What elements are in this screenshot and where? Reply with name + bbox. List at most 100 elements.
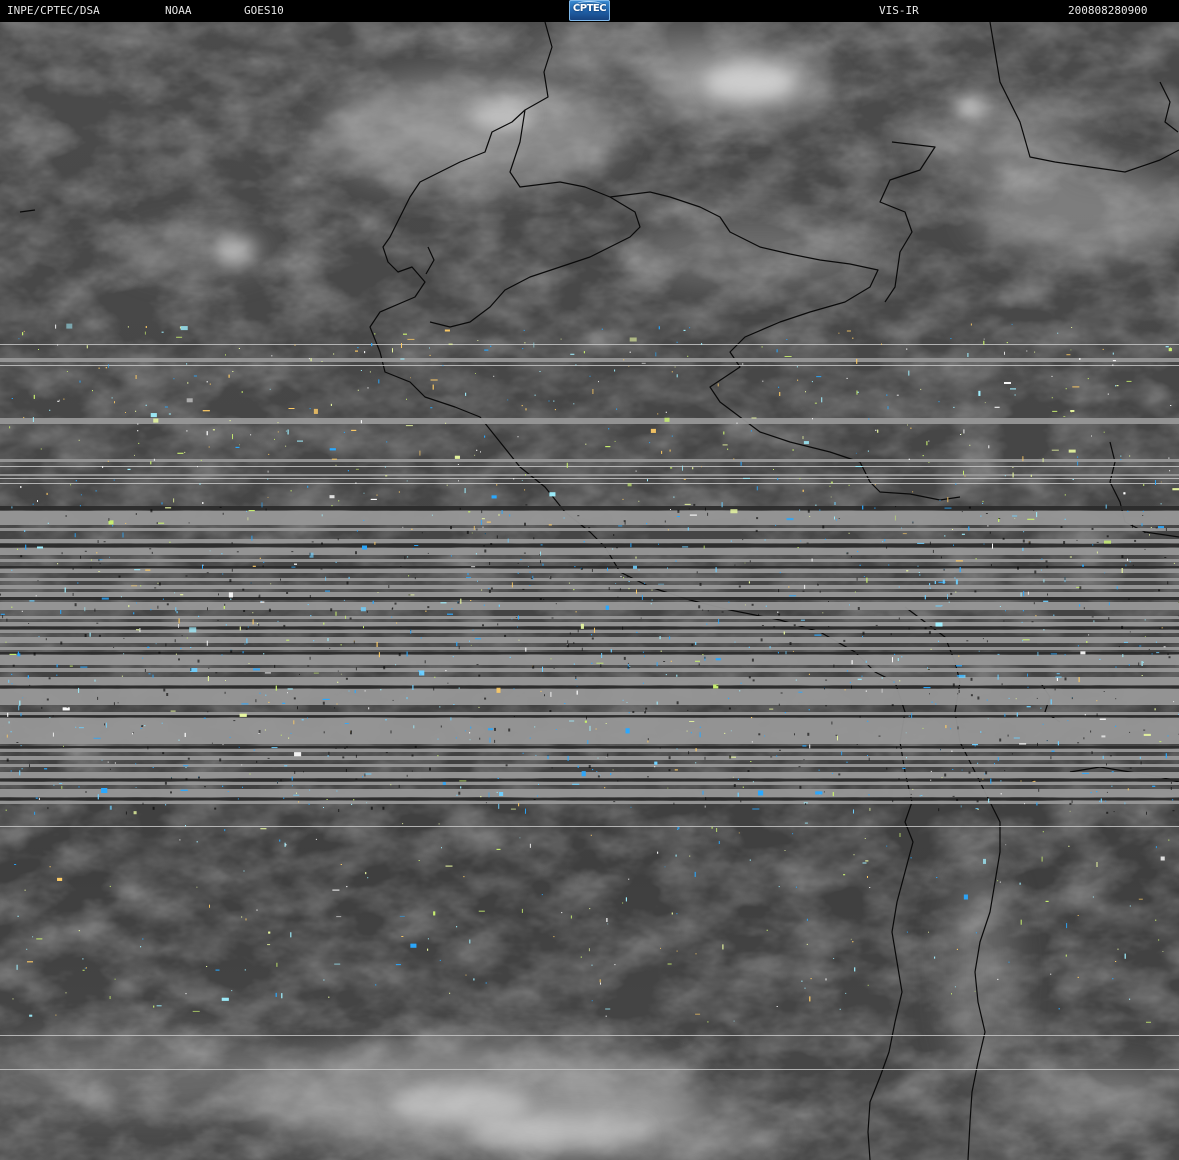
noise-speck bbox=[9, 426, 11, 429]
noise-speck bbox=[49, 717, 51, 719]
noise-speck-dark bbox=[94, 608, 96, 612]
noise-speck bbox=[736, 422, 738, 424]
noise-speck bbox=[229, 420, 231, 422]
noise-speck bbox=[507, 399, 509, 401]
noise-speck bbox=[897, 658, 899, 661]
noise-speck-dark bbox=[165, 643, 167, 647]
noise-speck-dark bbox=[751, 658, 754, 662]
noise-speck bbox=[980, 515, 982, 517]
noise-speck bbox=[674, 366, 676, 368]
noise-speck bbox=[529, 737, 531, 739]
noise-speck bbox=[594, 627, 595, 633]
noise-speck bbox=[1163, 646, 1166, 648]
noise-speck bbox=[138, 442, 140, 444]
noise-speck bbox=[370, 498, 377, 500]
noise-speck bbox=[902, 533, 907, 535]
noise-speck bbox=[375, 984, 377, 986]
noise-speck bbox=[533, 342, 535, 348]
noise-speck bbox=[1111, 785, 1113, 787]
noise-speck bbox=[537, 795, 538, 797]
noise-speck-dark bbox=[458, 646, 460, 650]
noise-speck bbox=[783, 631, 785, 635]
noise-speck bbox=[521, 908, 523, 913]
noise-speck bbox=[658, 583, 665, 585]
noise-speck bbox=[651, 589, 653, 591]
noise-speck-dark bbox=[104, 723, 105, 726]
noise-speck-dark bbox=[1083, 737, 1085, 740]
noise-speck bbox=[488, 588, 490, 590]
noise-speck bbox=[11, 398, 13, 399]
noise-speck bbox=[363, 519, 365, 521]
noise-speck-dark bbox=[307, 665, 310, 667]
noise-speck-dark bbox=[392, 607, 394, 610]
noise-speck bbox=[1138, 898, 1143, 900]
noise-speck bbox=[62, 707, 70, 711]
noise-speck-dark bbox=[569, 632, 571, 635]
noise-speck bbox=[1014, 517, 1016, 519]
noise-speck bbox=[232, 371, 234, 372]
noise-speck bbox=[477, 340, 479, 341]
noise-speck bbox=[37, 546, 43, 549]
noise-speck bbox=[762, 380, 764, 382]
noise-speck-dark bbox=[250, 582, 252, 584]
noise-speck bbox=[309, 789, 311, 791]
noise-speck-dark bbox=[476, 528, 478, 531]
satellite-image bbox=[0, 22, 1179, 1160]
noise-speck-dark bbox=[749, 560, 751, 563]
noise-speck bbox=[326, 799, 328, 800]
noise-speck bbox=[371, 343, 373, 347]
noise-speck-dark bbox=[185, 778, 188, 781]
noise-speck-dark bbox=[957, 693, 959, 695]
noise-speck bbox=[153, 418, 159, 423]
noise-speck bbox=[344, 723, 349, 724]
noise-speck-dark bbox=[47, 807, 49, 810]
noise-speck-dark bbox=[258, 594, 261, 598]
noise-speck bbox=[799, 509, 801, 511]
noise-speck bbox=[127, 326, 129, 328]
noise-speck bbox=[955, 579, 958, 585]
scanline-thin bbox=[0, 344, 1179, 345]
noise-speck bbox=[1066, 354, 1071, 356]
noise-speck bbox=[323, 979, 325, 981]
noise-speck bbox=[1172, 799, 1174, 801]
noise-speck bbox=[521, 479, 523, 481]
noise-speck bbox=[247, 626, 249, 628]
noise-speck bbox=[481, 518, 485, 520]
noise-speck-dark bbox=[1165, 528, 1167, 531]
noise-speck bbox=[906, 348, 908, 350]
noise-speck bbox=[1035, 615, 1037, 617]
noise-speck bbox=[202, 410, 210, 412]
noise-speck bbox=[19, 700, 21, 706]
noise-speck-dark bbox=[940, 556, 942, 559]
scanline-band bbox=[0, 602, 1179, 610]
noise-speck-dark bbox=[779, 749, 781, 751]
noise-speck-dark bbox=[588, 527, 591, 529]
noise-speck bbox=[485, 982, 487, 984]
noise-speck bbox=[180, 647, 182, 649]
noise-speck bbox=[294, 563, 297, 565]
noise-speck-dark bbox=[575, 676, 577, 679]
noise-speck bbox=[775, 524, 777, 526]
noise-speck-dark bbox=[490, 587, 493, 590]
noise-speck bbox=[898, 586, 900, 588]
noise-speck bbox=[17, 548, 18, 550]
noise-speck bbox=[206, 381, 208, 383]
noise-speck bbox=[161, 331, 164, 333]
noise-speck bbox=[241, 764, 243, 766]
noise-speck bbox=[902, 767, 906, 769]
noise-speck bbox=[665, 411, 667, 413]
noise-speck bbox=[140, 946, 142, 948]
noise-speck bbox=[239, 713, 247, 717]
noise-speck-dark bbox=[1017, 566, 1019, 570]
noise-speck-dark bbox=[985, 513, 988, 514]
scanline-band bbox=[0, 578, 1179, 581]
noise-speck bbox=[285, 430, 287, 432]
noise-speck bbox=[928, 462, 930, 463]
noise-speck bbox=[1069, 810, 1071, 812]
noise-speck-dark bbox=[1034, 570, 1037, 574]
noise-speck bbox=[704, 805, 706, 808]
noise-speck bbox=[908, 715, 910, 717]
noise-speck bbox=[8, 679, 10, 683]
noise-speck-dark bbox=[230, 649, 233, 653]
noise-speck-dark bbox=[532, 665, 535, 669]
